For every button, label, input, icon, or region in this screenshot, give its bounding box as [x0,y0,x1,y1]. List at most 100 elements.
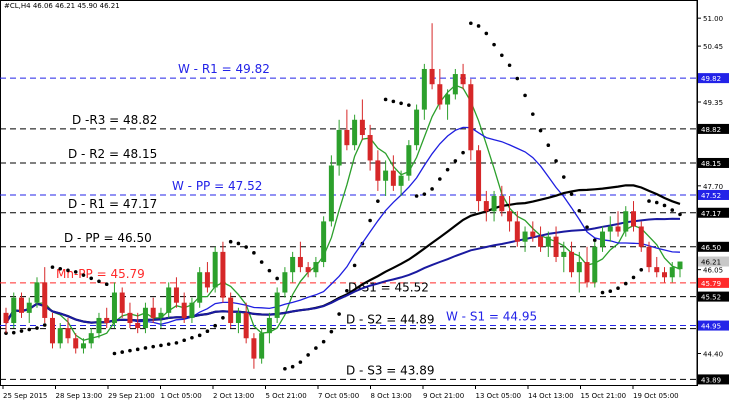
candle-body [367,135,373,161]
candle-body [197,272,203,303]
level-label: D-S1 = 45.52 [348,281,429,295]
chart-title: #CL,H4 46.06 46.21 45.90 46.21 [4,2,120,10]
sar-dot [135,347,140,352]
time-label: 13 Oct 05:00 [476,392,522,400]
time-label: 5 Oct 21:00 [266,392,307,400]
time-label: 25 Sep 2015 [3,392,47,400]
candle-body [375,160,381,181]
candle-body [398,175,404,186]
sar-dot [314,346,318,350]
sar-dot [174,341,179,345]
candle-body [421,68,427,110]
sar-dot [11,330,16,335]
candle-body [135,323,141,329]
candle-body [166,287,172,313]
candle-body [274,292,280,318]
candle-body [499,195,505,212]
sar-dot [89,276,94,281]
candle-body [359,119,365,136]
sar-dot [228,239,233,244]
candle-body [600,231,606,247]
candle-body [328,165,334,222]
sar-dot [205,329,210,334]
candle-body [530,231,536,237]
candle-body [181,302,187,318]
candle-body [305,267,311,273]
sar-dot [569,192,574,196]
candle-body [65,328,71,339]
price-label: 47.52 [701,192,721,200]
candle-body [34,282,40,303]
sar-dot [329,329,334,334]
sar-dot [507,63,512,68]
price-label: 46.05 [703,267,723,275]
sar-dot [647,199,651,203]
sar-dot [561,175,566,179]
candle-body [189,302,195,318]
candle-body [406,145,412,176]
sar-dot [81,273,86,277]
sar-dot [283,366,287,371]
candle-body [545,236,551,247]
candle-body [576,262,582,273]
time-label: 8 Oct 13:00 [371,392,412,400]
sar-dot [19,329,24,333]
candle-body [266,317,272,334]
sar-dot [662,203,667,208]
sar-dot [492,42,496,47]
level-label: Mn-PP = 45.79 [56,267,145,281]
candle-body [638,226,644,247]
candle-body [228,297,234,324]
sar-dot [531,112,535,116]
candle-body [514,221,520,242]
candle-body [669,267,675,278]
sar-dot [546,143,551,148]
sar-dot [554,159,558,163]
candle-body [445,94,451,105]
price-label: 44.40 [703,350,723,358]
price-label: 45.79 [701,280,721,288]
plot-frame [0,0,698,386]
candle-body [452,74,458,95]
sar-dot [112,351,117,356]
candle-body [290,256,296,273]
sar-dot [538,128,543,133]
price-label: 49.82 [701,75,721,83]
sar-dot [128,348,132,353]
sar-dot [500,53,504,58]
candle-body [11,297,17,324]
time-label: 28 Sep 13:00 [56,392,103,400]
price-label: 46.50 [701,244,721,252]
sar-dot [337,312,341,316]
time-label: 14 Oct 13:00 [528,392,574,400]
sar-dot [252,251,256,255]
sar-dot [654,200,659,205]
candle-body [352,119,358,146]
sar-dot [678,212,682,217]
sar-dot [298,360,303,364]
sar-dot [631,275,636,280]
price-label: 47.17 [701,210,721,218]
level-label: W - S1 = 44.95 [446,310,537,324]
candle-body [654,267,660,273]
sar-dot [352,263,357,268]
candle-body [383,170,389,181]
candle-body [468,84,474,151]
sar-dot [58,266,63,271]
candle-body [127,312,133,324]
candle-body [173,287,179,303]
sar-dot [368,218,372,223]
candle-body [491,195,497,212]
sar-dot [50,265,55,269]
sar-dot [321,339,326,344]
candle-body [158,312,164,318]
sar-dot [600,290,605,295]
time-label: 9 Oct 21:00 [423,392,464,400]
sar-dot [445,167,450,172]
candle-body [592,246,598,283]
sar-dot [399,101,403,106]
time-label: 2 Oct 13:00 [213,392,254,400]
sar-dot [306,353,310,357]
sar-dot [236,241,241,246]
sar-dot [383,97,388,102]
